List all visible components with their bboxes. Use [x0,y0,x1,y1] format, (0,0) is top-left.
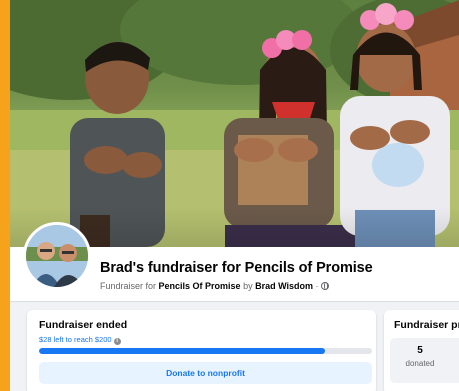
info-icon[interactable]: i [113,338,121,345]
subtitle-separator: · [313,281,322,291]
fundraiser-page: Brad's fundraiser for Pencils of Promise… [10,0,459,391]
remaining-text: $28 left to reach $200 [39,335,112,344]
fundraiser-title: Brad's fundraiser for Pencils of Promise [100,260,373,276]
fundraiser-status-card: Fundraiser ended $28 left to reach $200 … [27,310,376,391]
globe-icon [321,282,330,290]
progress-bar [39,348,372,354]
donate-button[interactable]: Donate to nonprofit [39,362,372,384]
remaining-amount: $28 left to reach $200 i [39,335,121,345]
status-title: Fundraiser ended [39,319,128,331]
fundraiser-progress-card: Fundraiser prog 5 donated [384,310,459,391]
donated-stat: 5 donated [390,338,459,383]
subtitle-by: by [240,281,256,291]
avatar-photo [26,225,88,287]
cover-photo[interactable] [10,0,459,247]
organizer-avatar[interactable] [23,222,91,290]
subtitle-prefix: Fundraiser for [100,281,159,291]
fundraiser-subtitle: Fundraiser for Pencils Of Promise by Bra… [100,281,330,291]
donated-label: donated [405,359,435,368]
organizer-link[interactable]: Brad Wisdom [255,281,313,291]
progress-card-title: Fundraiser prog [394,319,459,331]
donated-count: 5 [417,345,423,356]
progress-bar-fill [39,348,326,354]
nonprofit-link[interactable]: Pencils Of Promise [159,281,241,291]
